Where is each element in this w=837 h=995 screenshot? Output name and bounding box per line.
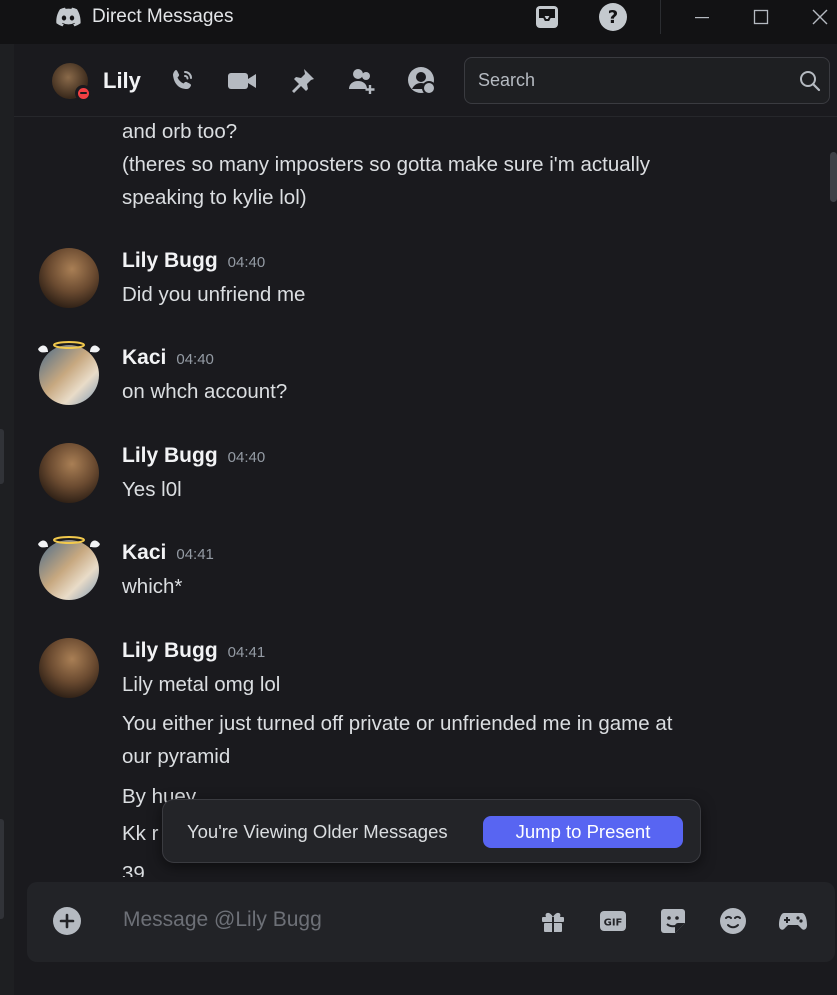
message-line: You either just turned off private or un… bbox=[122, 712, 673, 735]
title-bar: Direct Messages ? bbox=[0, 0, 837, 44]
message-line: 39 bbox=[122, 862, 145, 877]
author-name[interactable]: Lily Bugg bbox=[122, 639, 218, 662]
video-call-icon[interactable] bbox=[227, 66, 257, 96]
minimize-icon[interactable] bbox=[689, 4, 715, 30]
inbox-icon[interactable] bbox=[532, 2, 562, 32]
maximize-icon[interactable] bbox=[748, 4, 774, 30]
titlebar-divider bbox=[660, 0, 661, 34]
avatar-decoration-icon bbox=[38, 536, 100, 548]
message-timestamp: 04:40 bbox=[176, 351, 214, 368]
user-profile-icon[interactable] bbox=[407, 66, 437, 96]
message-line: and orb too? bbox=[122, 120, 238, 143]
message-line: on whch account? bbox=[122, 380, 288, 403]
recipient-name[interactable]: Lily bbox=[103, 68, 141, 94]
gift-icon[interactable] bbox=[538, 906, 568, 936]
help-icon[interactable]: ? bbox=[598, 2, 628, 32]
emoji-icon[interactable] bbox=[718, 906, 748, 936]
avatar[interactable] bbox=[39, 443, 99, 503]
older-messages-banner: You're Viewing Older Messages Jump to Pr… bbox=[162, 799, 701, 863]
upload-plus-icon[interactable] bbox=[53, 907, 81, 935]
older-messages-text: You're Viewing Older Messages bbox=[187, 821, 448, 842]
search-icon bbox=[800, 71, 821, 92]
message-line: our pyramid bbox=[122, 745, 231, 768]
message-line: Lily metal omg lol bbox=[122, 673, 281, 696]
window-title: Direct Messages bbox=[92, 6, 234, 27]
message-author[interactable]: Lily Bugg 04:40 bbox=[122, 444, 265, 468]
avatar-decoration-icon bbox=[38, 341, 100, 353]
message-timestamp: 04:41 bbox=[227, 644, 266, 661]
message-composer: Message @Lily Bugg GIF bbox=[27, 882, 835, 962]
close-icon[interactable] bbox=[807, 4, 833, 30]
search-placeholder: Search bbox=[478, 70, 536, 90]
message-author[interactable]: Kaci 04:40 bbox=[122, 346, 214, 370]
avatar[interactable] bbox=[39, 248, 99, 308]
search-input[interactable]: Search bbox=[464, 57, 830, 104]
activity-icon[interactable] bbox=[778, 906, 808, 936]
author-name[interactable]: Lily Bugg bbox=[122, 444, 218, 467]
gif-icon[interactable]: GIF bbox=[598, 906, 628, 936]
message-line: Kk r bbox=[122, 822, 159, 845]
server-indicator bbox=[0, 819, 4, 919]
dnd-status-icon bbox=[75, 85, 91, 101]
scrollbar[interactable] bbox=[830, 152, 837, 202]
sticker-icon[interactable] bbox=[658, 906, 688, 936]
message-author[interactable]: Lily Bugg 04:41 bbox=[122, 639, 265, 663]
jump-to-present-button[interactable]: Jump to Present bbox=[483, 816, 683, 848]
message-timestamp: 04:40 bbox=[227, 449, 266, 466]
author-name[interactable]: Kaci bbox=[122, 541, 166, 564]
author-name[interactable]: Kaci bbox=[122, 346, 166, 369]
message-author[interactable]: Kaci 04:41 bbox=[122, 541, 214, 565]
svg-text:?: ? bbox=[608, 7, 618, 28]
message-list[interactable]: and orb too? (theres so many imposters s… bbox=[14, 117, 837, 877]
pinned-messages-icon[interactable] bbox=[287, 66, 317, 96]
server-list-edge bbox=[0, 44, 14, 995]
avatar[interactable] bbox=[39, 638, 99, 698]
channel-header: Lily Search bbox=[14, 44, 837, 117]
message-timestamp: 04:40 bbox=[227, 254, 266, 271]
message-line: (theres so many imposters so gotta make … bbox=[122, 153, 651, 176]
message-line: speaking to kylie lol) bbox=[122, 186, 307, 209]
discord-logo-icon bbox=[56, 7, 81, 27]
message-line: Yes l0l bbox=[122, 478, 182, 501]
add-friends-icon[interactable] bbox=[347, 66, 377, 96]
message-line: Did you unfriend me bbox=[122, 283, 306, 306]
message-input[interactable]: Message @Lily Bugg bbox=[123, 908, 322, 932]
message-author[interactable]: Lily Bugg 04:40 bbox=[122, 249, 265, 273]
message-timestamp: 04:41 bbox=[176, 546, 214, 563]
author-name[interactable]: Lily Bugg bbox=[122, 249, 218, 272]
server-indicator bbox=[0, 429, 4, 484]
message-line: which* bbox=[122, 575, 183, 598]
voice-call-icon[interactable] bbox=[167, 66, 197, 96]
gif-label: GIF bbox=[604, 918, 623, 929]
